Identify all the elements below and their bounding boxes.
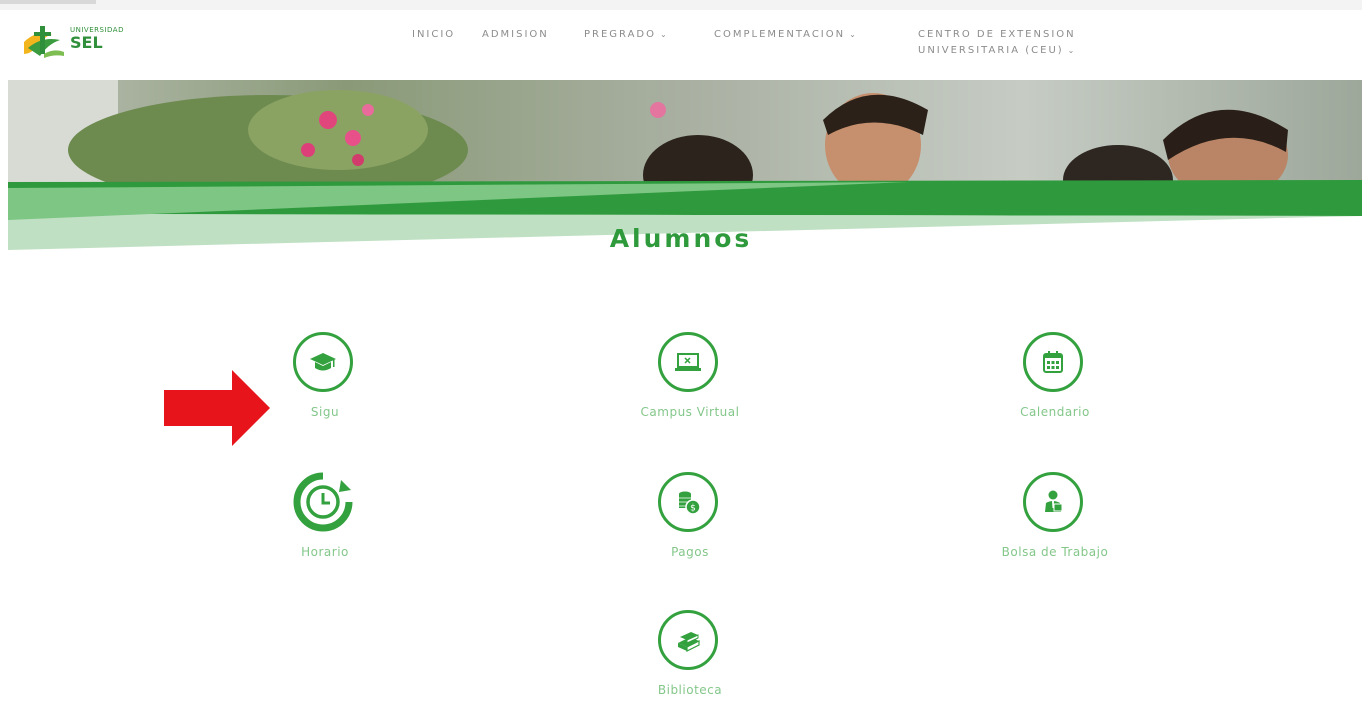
nav-complementacion-label: COMPLEMENTACION bbox=[714, 29, 846, 40]
tile-campus-label: Campus Virtual bbox=[640, 405, 740, 419]
tile-horario-label: Horario bbox=[301, 545, 349, 559]
tile-calendario-circle bbox=[1023, 332, 1083, 392]
chevron-down-icon: ⌄ bbox=[1067, 46, 1077, 55]
coins-icon: $ bbox=[679, 491, 701, 515]
tile-pagos-label: Pagos bbox=[671, 545, 709, 559]
tile-bolsa-label: Bolsa de Trabajo bbox=[1001, 545, 1109, 559]
nav-centro-line2: UNIVERSITARIA (CEU) bbox=[918, 45, 1064, 56]
chevron-down-icon: ⌄ bbox=[849, 30, 858, 39]
nav-complementacion[interactable]: COMPLEMENTACION ⌄ bbox=[714, 29, 858, 40]
nav-inicio[interactable]: INICIO bbox=[412, 29, 455, 40]
tile-biblioteca-label: Biblioteca bbox=[657, 683, 723, 697]
nav-inicio-label: INICIO bbox=[412, 29, 456, 40]
logo-big-text: SEL bbox=[70, 33, 103, 52]
tile-campus-circle bbox=[658, 332, 718, 392]
tile-bolsa-circle bbox=[1023, 472, 1083, 532]
tile-bolsa-trabajo[interactable]: Bolsa de Trabajo bbox=[955, 472, 1155, 559]
red-arrow-annotation bbox=[164, 370, 270, 446]
clock-icon bbox=[293, 472, 353, 532]
logo-mark-icon bbox=[24, 26, 64, 58]
calendar-icon bbox=[1043, 351, 1063, 373]
graduation-cap-icon bbox=[310, 353, 336, 371]
tile-pagos[interactable]: $ Pagos bbox=[590, 472, 790, 559]
tile-calendario[interactable]: Calendario bbox=[955, 332, 1155, 419]
tile-biblioteca[interactable]: Biblioteca bbox=[590, 610, 790, 697]
nav-centro-line1: CENTRO DE EXTENSION bbox=[918, 29, 1076, 40]
nav-centro-extension[interactable]: CENTRO DE EXTENSION UNIVERSITARIA (CEU) ⌄ bbox=[918, 27, 1076, 59]
tile-calendario-label: Calendario bbox=[1020, 405, 1090, 419]
tile-horario[interactable]: Horario bbox=[225, 472, 425, 559]
tile-sigu-circle bbox=[293, 332, 353, 392]
nav-admision-label: ADMISION bbox=[482, 29, 549, 40]
tile-pagos-circle: $ bbox=[658, 472, 718, 532]
site-header: UNIVERSIDAD SEL INICIO ADMISION PREGRADO… bbox=[0, 10, 1362, 80]
svg-text:$: $ bbox=[690, 504, 696, 514]
top-tab bbox=[0, 0, 96, 4]
businessman-icon bbox=[1045, 490, 1063, 512]
nav-pregrado-label: PREGRADO bbox=[584, 29, 657, 40]
page-title: Alumnos bbox=[609, 224, 753, 253]
book-icon bbox=[678, 632, 700, 652]
tile-campus-virtual[interactable]: Campus Virtual bbox=[590, 332, 790, 419]
laptop-icon bbox=[675, 353, 701, 371]
nav-admision[interactable]: ADMISION bbox=[482, 29, 549, 40]
tile-horario-circle bbox=[293, 472, 353, 532]
tile-biblioteca-circle bbox=[658, 610, 718, 670]
chevron-down-icon: ⌄ bbox=[660, 30, 669, 39]
site-logo[interactable]: UNIVERSIDAD SEL bbox=[22, 24, 152, 68]
nav-pregrado[interactable]: PREGRADO ⌄ bbox=[584, 29, 669, 40]
